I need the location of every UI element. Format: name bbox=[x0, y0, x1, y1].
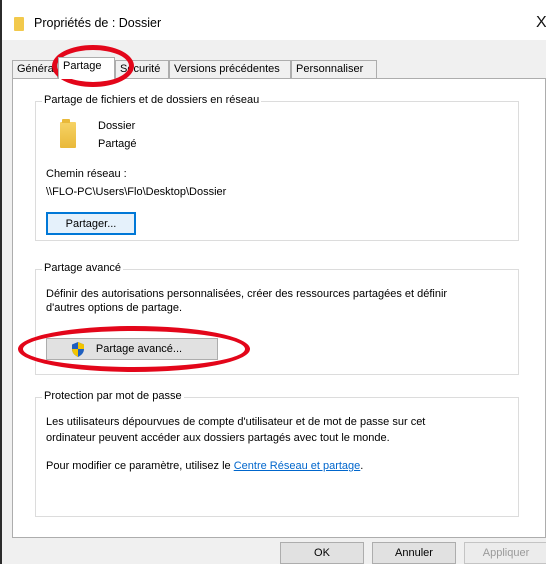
sharing-tab-panel: Partage de fichiers et de dossiers en ré… bbox=[12, 78, 546, 538]
advanced-sharing-group: Partage avancé Définir des autorisations… bbox=[35, 262, 519, 375]
password-description-1: Les utilisateurs dépourvues de compte d'… bbox=[46, 416, 426, 428]
window-title: Propriétés de : Dossier bbox=[34, 16, 162, 30]
ok-button[interactable]: OK bbox=[280, 542, 364, 564]
cancel-button[interactable]: Annuler bbox=[372, 542, 456, 564]
folder-icon bbox=[14, 17, 24, 31]
properties-dialog: Propriétés de : Dossier X Général Partag… bbox=[0, 0, 546, 564]
network-path-label: Chemin réseau : bbox=[46, 168, 127, 180]
advanced-sharing-button-label: Partage avancé... bbox=[95, 343, 183, 355]
password-protection-title: Protection par mot de passe bbox=[42, 390, 184, 402]
share-button[interactable]: Partager... bbox=[46, 212, 136, 235]
password-description-2: ordinateur peuvent accéder aux dossiers … bbox=[46, 432, 390, 444]
title-bar: Propriétés de : Dossier X bbox=[2, 0, 546, 40]
tab-personnaliser[interactable]: Personnaliser bbox=[291, 60, 377, 78]
modify-setting-text: Pour modifier ce paramètre, utilisez le bbox=[46, 460, 231, 472]
tab-general[interactable]: Général bbox=[12, 60, 58, 78]
folder-icon bbox=[60, 119, 76, 148]
advanced-sharing-button[interactable]: Partage avancé... bbox=[46, 338, 218, 360]
advanced-sharing-title: Partage avancé bbox=[42, 262, 124, 274]
advanced-sharing-description-2: d'autres options de partage. bbox=[46, 302, 183, 314]
uac-shield-icon bbox=[72, 342, 84, 357]
network-center-link[interactable]: Centre Réseau et partage bbox=[234, 460, 361, 472]
tab-securite[interactable]: Sécurité bbox=[115, 60, 169, 78]
folder-name: Dossier bbox=[98, 120, 136, 132]
close-icon[interactable]: X bbox=[536, 14, 546, 34]
apply-button[interactable]: Appliquer bbox=[464, 542, 546, 564]
folder-status: Partagé bbox=[98, 138, 137, 150]
network-sharing-title: Partage de fichiers et de dossiers en ré… bbox=[42, 94, 262, 106]
modify-setting-period: . bbox=[360, 460, 364, 472]
network-sharing-group: Partage de fichiers et de dossiers en ré… bbox=[35, 94, 519, 241]
tab-strip: Général Partage Sécurité Versions précéd… bbox=[12, 57, 542, 79]
tab-partage[interactable]: Partage bbox=[58, 57, 115, 79]
tab-versions-precedentes[interactable]: Versions précédentes bbox=[169, 60, 291, 78]
advanced-sharing-description-1: Définir des autorisations personnalisées… bbox=[46, 288, 448, 300]
modify-setting-line: Pour modifier ce paramètre, utilisez le … bbox=[46, 460, 363, 472]
password-protection-group: Protection par mot de passe Les utilisat… bbox=[35, 390, 519, 517]
network-path-value: \\FLO-PC\Users\Flo\Desktop\Dossier bbox=[46, 186, 227, 198]
